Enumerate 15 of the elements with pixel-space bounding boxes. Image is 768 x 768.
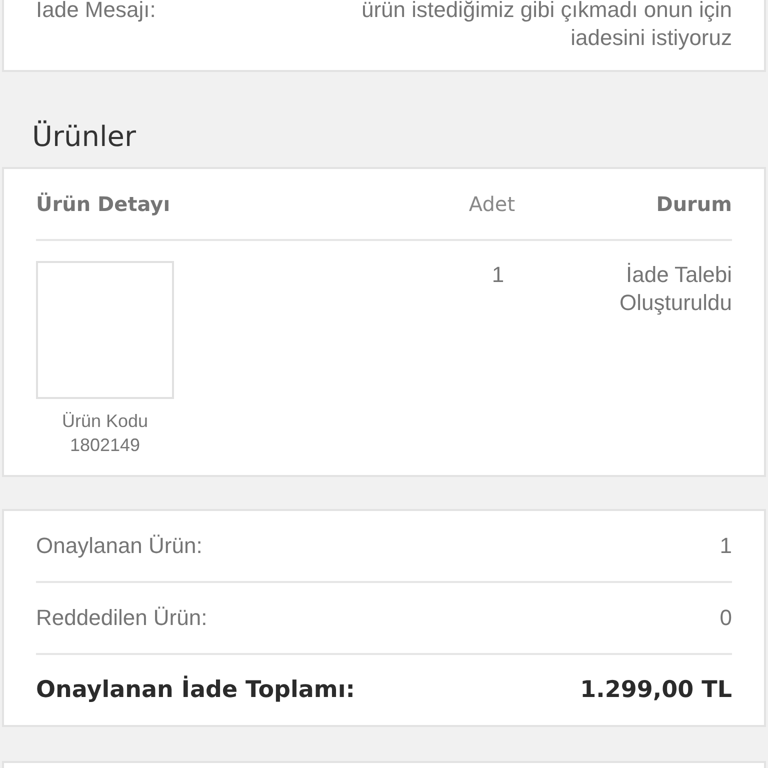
section-title: Ürünler [32, 120, 138, 153]
total-amount: 1.299,00 TL [580, 677, 732, 703]
column-header: Ürün Detayı [36, 192, 172, 216]
product-code: Ürün Kodu 1802149 [62, 410, 148, 457]
total-label: Onaylanan İade Toplamı: [36, 677, 355, 703]
status-text: İade Talebi Oluşturuldu [618, 261, 732, 317]
message-text: ürün istediğimiz gibi çıkmadı onun için iadesini istiyoruz [360, 0, 732, 52]
message-label: İade Mesajı: [36, 0, 156, 24]
summary-value: 1 [720, 532, 732, 560]
summary-label: Onaylanan Ürün: [36, 532, 202, 560]
column-header: Durum [655, 192, 732, 216]
summary-value: 0 [720, 604, 732, 632]
quantity: 1 [490, 261, 506, 289]
summary-label: Reddedilen Ürün: [36, 604, 208, 632]
column-header: Adet [468, 192, 516, 216]
